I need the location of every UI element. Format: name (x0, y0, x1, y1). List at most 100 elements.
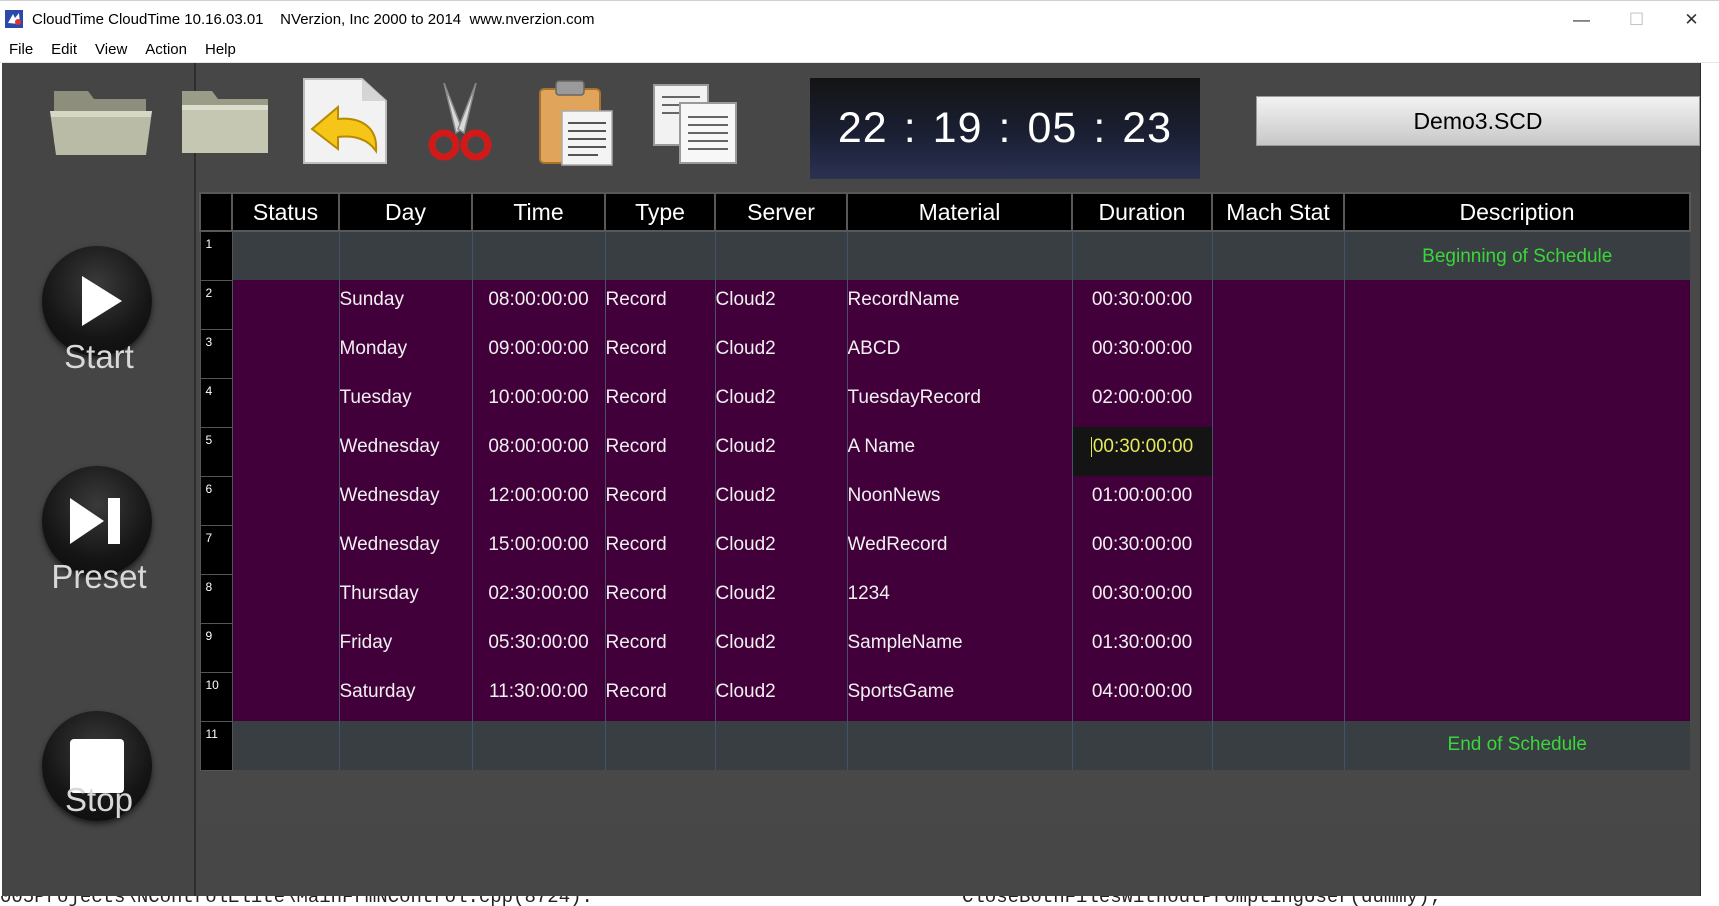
schedule-row[interactable]: 3 Monday 09:00:00:00 Record Cloud2 ABCD 00:30:… (199, 328, 1690, 379)
cell-mach-stat[interactable] (1211, 623, 1344, 672)
cell-server[interactable]: Cloud2 (714, 378, 847, 427)
cell-time[interactable]: 11:30:00:00 (471, 672, 605, 721)
schedule-row[interactable]: 10 Saturday 11:30:00:00 Record Cloud2 SportsG… (199, 671, 1690, 722)
cell-server[interactable]: Cloud2 (714, 623, 847, 672)
col-header-server[interactable]: Server (714, 192, 848, 232)
paste-clipboard-icon[interactable] (534, 77, 619, 167)
cell-duration[interactable]: 01:00:00:00 (1071, 476, 1212, 525)
cell-duration[interactable]: 00:30:00:00 (1071, 525, 1212, 574)
menu-view[interactable]: View (86, 41, 136, 58)
schedule-row[interactable]: 7 Wednesday 15:00:00:00 Record Cloud2 WedReco… (199, 524, 1690, 575)
cell-type[interactable]: Record (604, 672, 715, 721)
cell-server[interactable]: Cloud2 (714, 329, 847, 378)
folder-icon[interactable] (178, 83, 273, 158)
cell-material[interactable]: SportsGame (846, 672, 1072, 721)
cell-mach-stat[interactable] (1211, 672, 1344, 721)
cell-time[interactable]: 02:30:00:00 (471, 574, 605, 623)
cell-type[interactable]: Record (604, 280, 715, 329)
col-header-time[interactable]: Time (471, 192, 606, 232)
cell-description[interactable] (1343, 427, 1690, 476)
cell-day[interactable]: Wednesday (338, 427, 472, 476)
schedule-row[interactable]: 8 Thursday 02:30:00:00 Record Cloud2 1234 00:3… (199, 573, 1690, 624)
begin-schedule-row[interactable]: 1 Beginning of Schedule (199, 230, 1690, 281)
cell-material[interactable]: TuesdayRecord (846, 378, 1072, 427)
cell-mach-stat[interactable] (1211, 427, 1344, 476)
cell-duration[interactable]: 00:30:00:00 (1071, 280, 1212, 329)
cell-material[interactable]: NoonNews (846, 476, 1072, 525)
col-header-type[interactable]: Type (604, 192, 716, 232)
cell-type[interactable]: Record (604, 329, 715, 378)
schedule-row[interactable]: 5 Wednesday 08:00:00:00 Record Cloud2 A Name 0… (199, 426, 1690, 477)
cell-mach-stat[interactable] (1211, 574, 1344, 623)
cell-server[interactable]: Cloud2 (714, 525, 847, 574)
cell-day[interactable]: Wednesday (338, 476, 472, 525)
cell-material[interactable]: RecordName (846, 280, 1072, 329)
cell-type[interactable]: Record (604, 525, 715, 574)
col-header-mach-stat[interactable]: Mach Stat (1211, 192, 1345, 232)
cell-server[interactable]: Cloud2 (714, 476, 847, 525)
cell-material[interactable]: 1234 (846, 574, 1072, 623)
cell-server[interactable]: Cloud2 (714, 574, 847, 623)
cell-status[interactable] (231, 623, 339, 672)
schedule-row[interactable]: 9 Friday 05:30:00:00 Record Cloud2 SampleName… (199, 622, 1690, 673)
copy-documents-icon[interactable] (650, 81, 742, 165)
col-header-status[interactable]: Status (231, 192, 340, 232)
open-folder-icon[interactable] (48, 83, 158, 158)
cell-type[interactable]: Record (604, 574, 715, 623)
col-header-duration[interactable]: Duration (1071, 192, 1213, 232)
minimize-button[interactable]: — (1554, 1, 1609, 38)
cell-time[interactable]: 15:00:00:00 (471, 525, 605, 574)
cell-material[interactable]: ABCD (846, 329, 1072, 378)
cell-material[interactable]: SampleName (846, 623, 1072, 672)
cell-status[interactable] (231, 280, 339, 329)
cell-description[interactable] (1343, 574, 1690, 623)
menu-edit[interactable]: Edit (42, 41, 86, 58)
cell-day[interactable]: Tuesday (338, 378, 472, 427)
cell-day[interactable]: Monday (338, 329, 472, 378)
cell-material[interactable]: A Name (846, 427, 1072, 476)
col-header-day[interactable]: Day (338, 192, 473, 232)
menu-file[interactable]: File (0, 41, 42, 58)
cell-status[interactable] (231, 476, 339, 525)
cell-status[interactable] (231, 525, 339, 574)
maximize-button[interactable]: ☐ (1609, 1, 1664, 38)
col-header-material[interactable]: Material (846, 192, 1073, 232)
cell-material[interactable]: WedRecord (846, 525, 1072, 574)
close-button[interactable]: ✕ (1664, 1, 1719, 38)
cell-time[interactable]: 12:00:00:00 (471, 476, 605, 525)
cell-duration[interactable]: 00:30:00:00 (1071, 329, 1212, 378)
undo-document-icon[interactable] (298, 75, 393, 167)
cell-description[interactable] (1343, 623, 1690, 672)
cell-status[interactable] (231, 329, 339, 378)
cell-status[interactable] (231, 574, 339, 623)
cell-day[interactable]: Friday (338, 623, 472, 672)
cell-time[interactable]: 08:00:00:00 (471, 427, 605, 476)
cell-time[interactable]: 05:30:00:00 (471, 623, 605, 672)
cell-duration[interactable]: 02:00:00:00 (1071, 378, 1212, 427)
cell-mach-stat[interactable] (1211, 329, 1344, 378)
cell-description[interactable] (1343, 672, 1690, 721)
cut-scissors-icon[interactable] (422, 79, 497, 165)
cell-duration[interactable]: 04:00:00:00 (1071, 672, 1212, 721)
menu-action[interactable]: Action (136, 41, 196, 58)
schedule-row[interactable]: 6 Wednesday 12:00:00:00 Record Cloud2 NoonNew… (199, 475, 1690, 526)
cell-mach-stat[interactable] (1211, 476, 1344, 525)
cell-time[interactable]: 10:00:00:00 (471, 378, 605, 427)
cell-duration-editing[interactable]: 00:30:00:00 (1071, 427, 1212, 476)
cell-duration[interactable]: 00:30:00:00 (1071, 574, 1212, 623)
schedule-row[interactable]: 4 Tuesday 10:00:00:00 Record Cloud2 TuesdayRe… (199, 377, 1690, 428)
cell-day[interactable]: Wednesday (338, 525, 472, 574)
cell-type[interactable]: Record (604, 476, 715, 525)
cell-type[interactable]: Record (604, 378, 715, 427)
cell-duration[interactable]: 01:30:00:00 (1071, 623, 1212, 672)
cell-mach-stat[interactable] (1211, 378, 1344, 427)
cell-description[interactable] (1343, 329, 1690, 378)
cell-description[interactable] (1343, 280, 1690, 329)
cell-status[interactable] (231, 672, 339, 721)
cell-day[interactable]: Saturday (338, 672, 472, 721)
end-schedule-row[interactable]: 11 End of Schedule (199, 720, 1690, 771)
cell-description[interactable] (1343, 378, 1690, 427)
col-header-description[interactable]: Description (1343, 192, 1691, 232)
schedule-row[interactable]: 2 Sunday 08:00:00:00 Record Cloud2 RecordName… (199, 279, 1690, 330)
cell-server[interactable]: Cloud2 (714, 672, 847, 721)
